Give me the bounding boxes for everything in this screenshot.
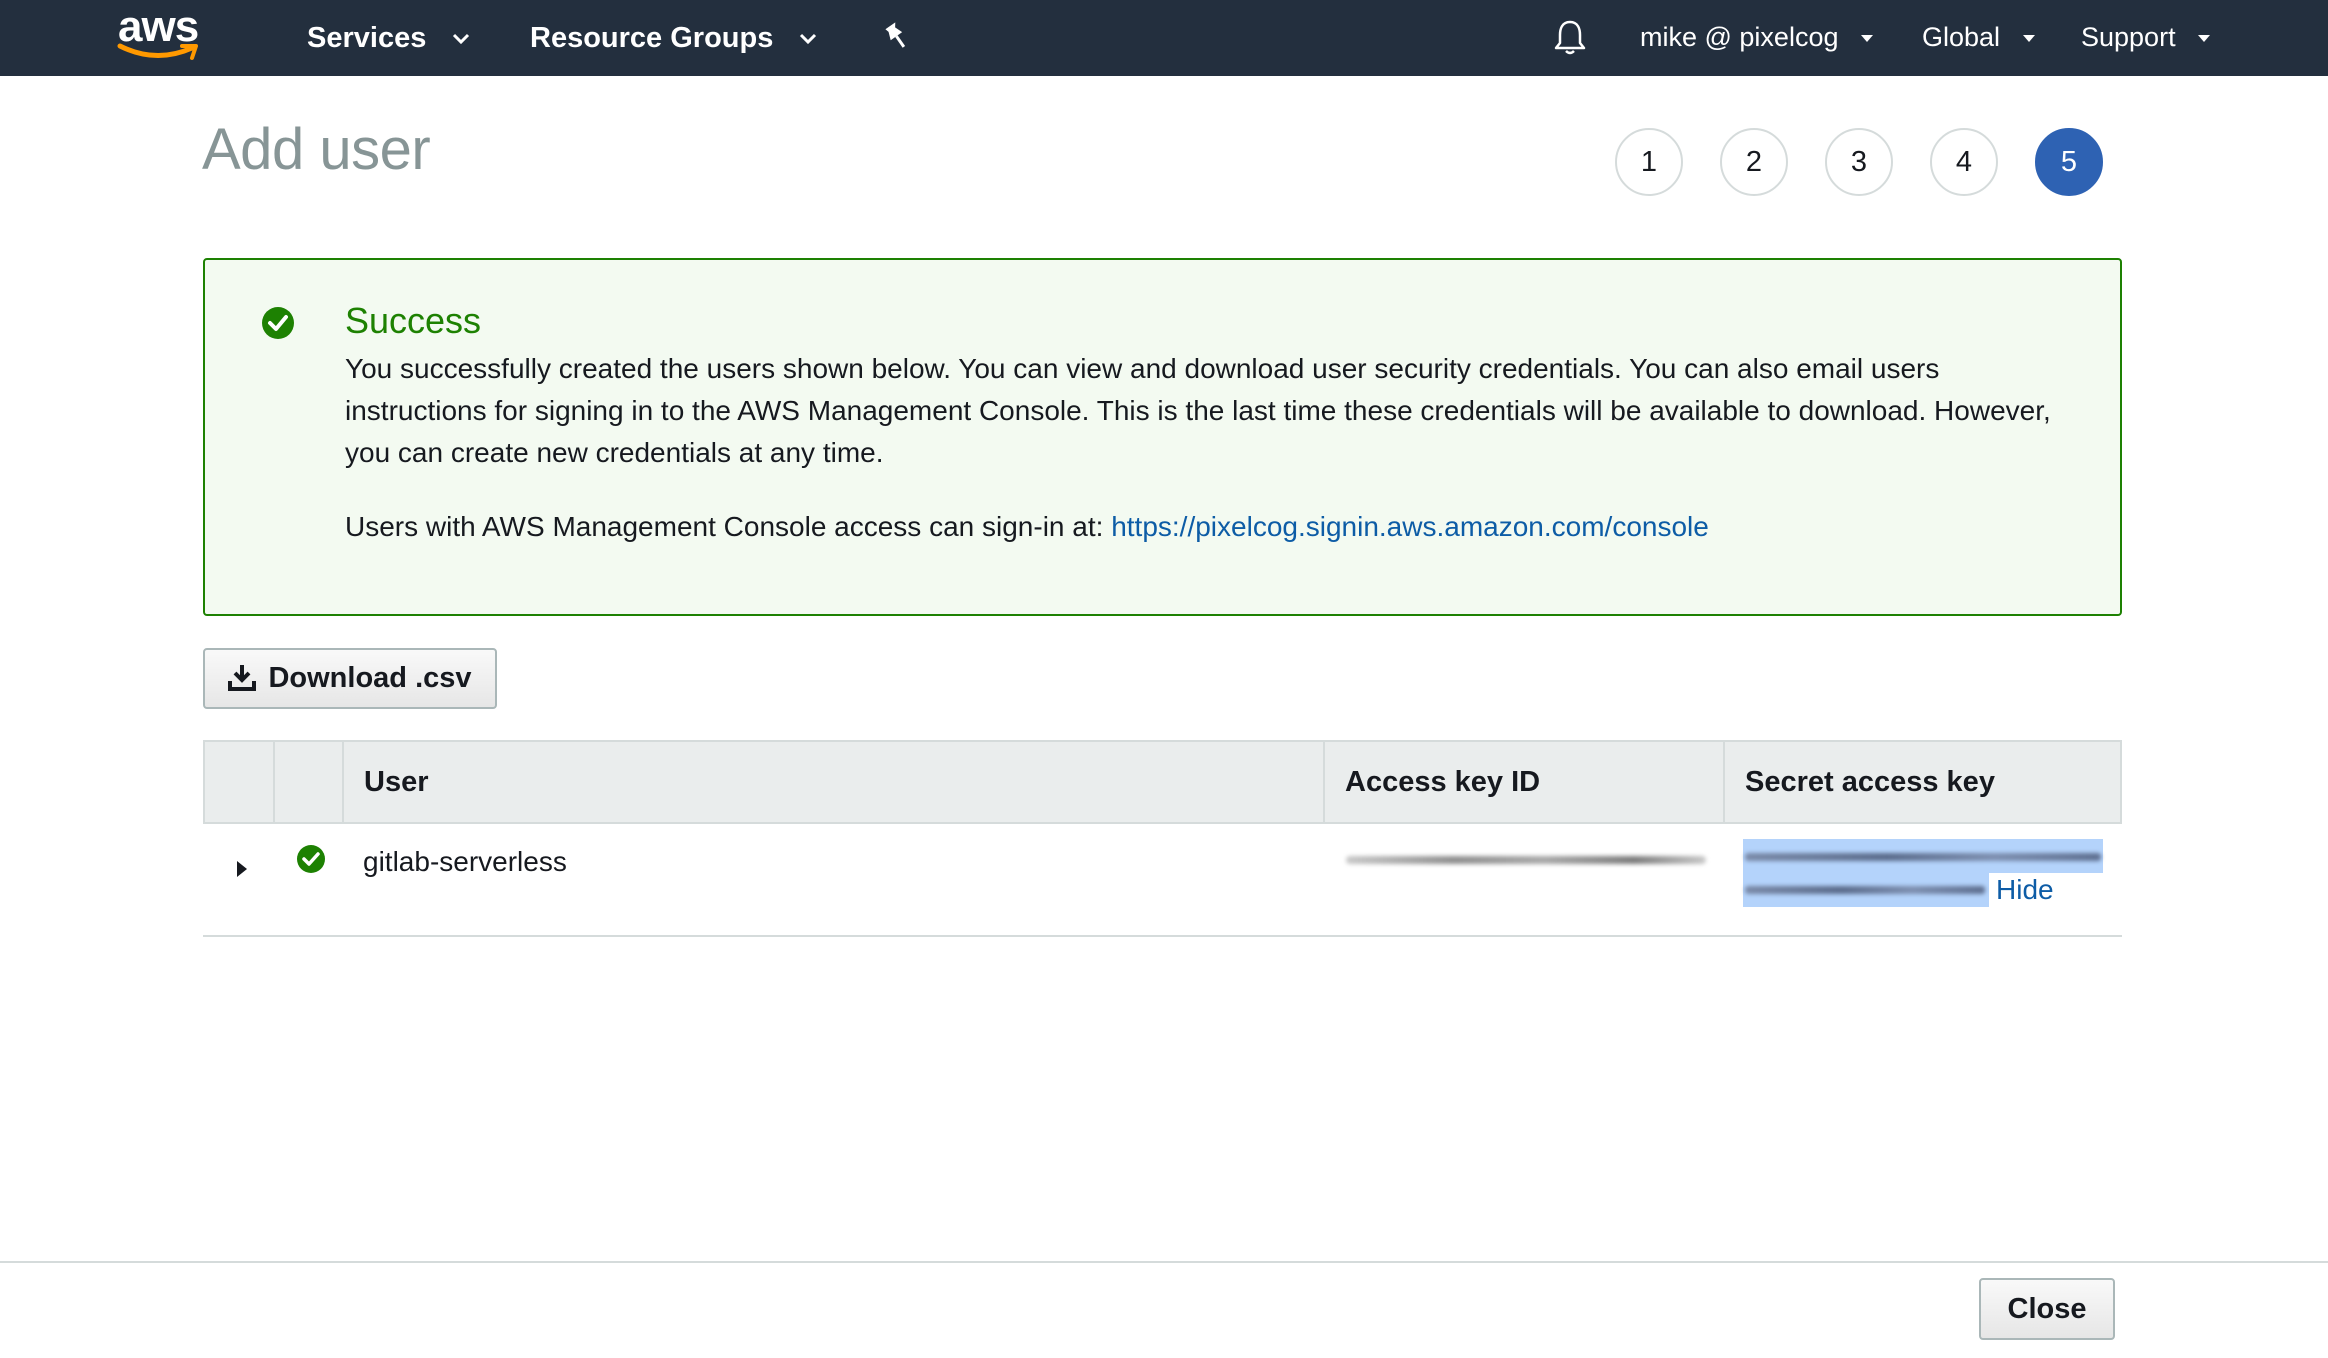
support-label: Support bbox=[2081, 22, 2176, 52]
aws-logo[interactable]: aws bbox=[116, 2, 200, 64]
close-button[interactable]: Close bbox=[1979, 1278, 2115, 1340]
download-csv-button[interactable]: Download .csv bbox=[203, 648, 497, 709]
account-menu[interactable]: mike @ pixelcog bbox=[1640, 0, 1874, 76]
hide-secret-link[interactable]: Hide bbox=[1996, 874, 2054, 906]
chevron-down-icon bbox=[800, 34, 817, 45]
signin-prefix: Users with AWS Management Console access… bbox=[345, 511, 1112, 542]
secret-access-key-redacted[interactable] bbox=[1745, 853, 2101, 861]
wizard-step-5-active[interactable]: 5 bbox=[2035, 128, 2103, 196]
alert-message: You successfully created the users shown… bbox=[345, 353, 2051, 468]
caret-down-icon bbox=[1861, 35, 1873, 43]
column-header-secret-access-key[interactable]: Secret access key bbox=[1725, 742, 2120, 822]
success-check-icon bbox=[297, 845, 325, 873]
table-row: gitlab-serverless Hide bbox=[203, 824, 2122, 937]
services-label: Services bbox=[307, 22, 427, 54]
pin-icon[interactable] bbox=[882, 22, 912, 52]
signin-url-link[interactable]: https://pixelcog.signin.aws.amazon.com/c… bbox=[1111, 511, 1709, 542]
page-title: Add user bbox=[202, 117, 431, 182]
account-label: mike @ pixelcog bbox=[1640, 22, 1839, 52]
region-menu[interactable]: Global bbox=[1922, 0, 2036, 76]
access-key-id-redacted[interactable] bbox=[1346, 856, 1706, 864]
chevron-down-icon bbox=[453, 34, 470, 45]
secret-access-key-redacted[interactable] bbox=[1745, 886, 1985, 894]
bell-icon[interactable] bbox=[1552, 18, 1588, 56]
table-header: User Access key ID Secret access key bbox=[203, 740, 2122, 824]
column-header-user[interactable]: User bbox=[344, 742, 1319, 822]
user-name-cell: gitlab-serverless bbox=[363, 846, 567, 877]
wizard-step-4[interactable]: 4 bbox=[1930, 128, 1998, 196]
column-header-access-key-id[interactable]: Access key ID bbox=[1325, 742, 1725, 822]
credentials-table: User Access key ID Secret access key git… bbox=[203, 740, 2122, 937]
aws-smile-icon bbox=[117, 43, 198, 60]
region-label: Global bbox=[1922, 22, 2001, 52]
expand-row-icon[interactable] bbox=[235, 860, 249, 878]
column-divider bbox=[273, 742, 275, 822]
wizard-step-3[interactable]: 3 bbox=[1825, 128, 1893, 196]
services-menu[interactable]: Services bbox=[307, 0, 470, 76]
download-csv-label: Download .csv bbox=[268, 662, 472, 694]
download-icon bbox=[228, 665, 257, 691]
caret-down-icon bbox=[2198, 35, 2211, 43]
success-alert: Success You successfully created the use… bbox=[203, 258, 2122, 616]
resource-groups-menu[interactable]: Resource Groups bbox=[530, 0, 817, 76]
success-check-icon bbox=[262, 307, 294, 339]
wizard-step-1[interactable]: 1 bbox=[1615, 128, 1683, 196]
caret-down-icon bbox=[2022, 35, 2035, 43]
top-navigation-bar: aws Services Resource Groups mike @ pixe… bbox=[0, 0, 2328, 76]
support-menu[interactable]: Support bbox=[2081, 0, 2211, 76]
alert-title: Success bbox=[345, 300, 482, 341]
wizard-step-2[interactable]: 2 bbox=[1720, 128, 1788, 196]
signin-info: Users with AWS Management Console access… bbox=[345, 506, 1709, 548]
resource-groups-label: Resource Groups bbox=[530, 22, 774, 54]
